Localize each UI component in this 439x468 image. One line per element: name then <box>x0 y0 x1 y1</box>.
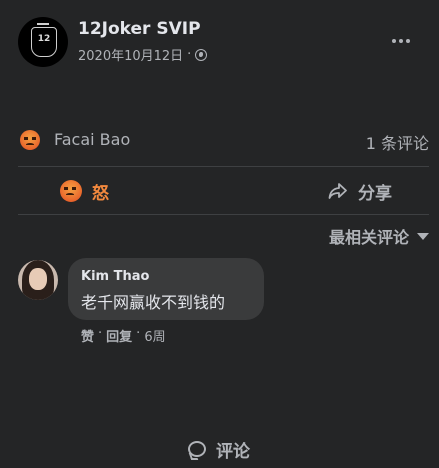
reply-link[interactable]: 回复 <box>106 326 132 345</box>
caret-down-icon <box>417 232 429 240</box>
more-options-button[interactable] <box>389 31 413 51</box>
action-bar: 怒 评论 分享 <box>18 172 429 462</box>
comment-action-separator: · <box>136 326 141 341</box>
more-dot <box>406 39 410 43</box>
angry-reaction-button[interactable]: 怒 <box>60 172 109 210</box>
comment-sort-dropdown[interactable]: 最相关评论 <box>329 224 429 248</box>
comment-bubble: Kim Thao 老千网赢收不到钱的 <box>68 258 264 320</box>
post-date[interactable]: 2020年10月12日 <box>78 45 183 64</box>
post-header: 12 12Joker SVIP 2020年10月12日 · <box>18 17 421 69</box>
page-avatar[interactable]: 12 <box>18 17 68 67</box>
more-dot <box>399 39 403 43</box>
comment-text: 老千网赢收不到钱的 <box>81 293 226 312</box>
comment-count[interactable]: 1 条评论 <box>366 130 429 154</box>
comment-action-separator: · <box>98 326 103 341</box>
reactor-name[interactable]: Facai Bao <box>54 130 130 149</box>
meta-separator: · <box>187 47 192 62</box>
avatar-face <box>29 268 47 290</box>
angry-label: 怒 <box>92 183 109 204</box>
avatar-number: 12 <box>37 34 51 44</box>
post-meta: 2020年10月12日 · <box>78 45 208 64</box>
more-dot <box>392 39 396 43</box>
commenter-avatar[interactable] <box>18 260 58 300</box>
shield-emblem-icon: 12 <box>31 27 57 57</box>
author-name[interactable]: 12Joker SVIP <box>78 19 201 39</box>
commenter-name[interactable]: Kim Thao <box>81 269 149 284</box>
share-label: 分享 <box>358 183 392 204</box>
like-link[interactable]: 赞 <box>81 326 94 345</box>
divider <box>18 166 429 167</box>
divider <box>18 214 429 215</box>
angry-emoji-icon <box>60 180 82 202</box>
globe-icon[interactable] <box>195 48 208 61</box>
reaction-summary: Facai Bao 1 条评论 <box>20 126 429 154</box>
share-button[interactable]: 分享 <box>328 172 392 210</box>
comment-icon <box>188 441 206 457</box>
comment-label: 评论 <box>216 441 250 462</box>
share-icon <box>328 182 348 200</box>
comment-button[interactable]: 评论 <box>188 430 419 468</box>
comment-actions: 赞 · 回复 · 6周 <box>81 326 166 345</box>
angry-emoji-icon[interactable] <box>20 130 40 150</box>
sort-label: 最相关评论 <box>328 228 409 247</box>
comment-time[interactable]: 6周 <box>144 326 165 345</box>
